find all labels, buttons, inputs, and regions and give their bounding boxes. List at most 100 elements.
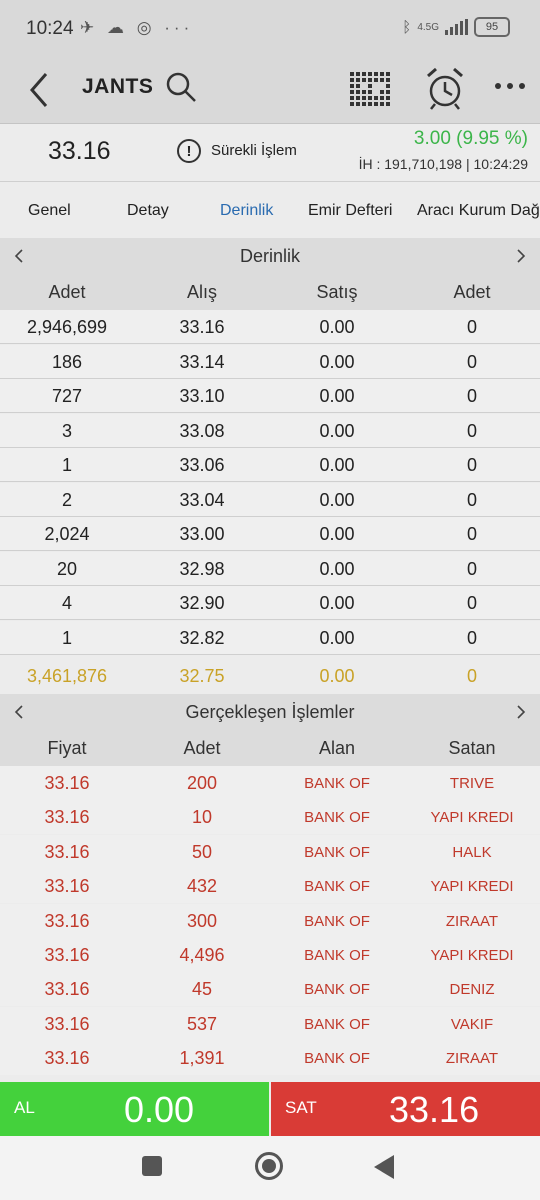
recent-apps-icon[interactable] (142, 1156, 162, 1176)
tab-bar: Genel Detay Derinlik Emir Defteri Aracı … (0, 182, 540, 238)
signal-icon (445, 19, 468, 35)
more-options-icon[interactable] (490, 74, 530, 104)
depth-cell: 32.82 (179, 627, 225, 648)
trade-cell: BANK OF (304, 1015, 370, 1033)
trade-cell: 45 (191, 979, 213, 1000)
depth-cell: 0.00 (319, 455, 355, 475)
tab-detay[interactable]: Detay (127, 202, 169, 220)
column-header: Satan (448, 738, 496, 758)
trade-cell: DENIZ (449, 981, 495, 999)
depth-cell: 33.04 (179, 489, 225, 510)
depth-row[interactable]: 2 33.04 0.00 0 (0, 482, 540, 517)
trade-row[interactable]: 33.16 200 BANK OF TRIVE (0, 766, 540, 800)
depth-cell: 32.98 (179, 558, 225, 579)
buy-button[interactable]: AL 0.00 (0, 1082, 269, 1136)
depth-row[interactable]: 2,946,699 33.16 0.00 0 (0, 310, 540, 344)
trade-cell: BANK OF (304, 981, 370, 999)
trade-cell: HALK (452, 843, 492, 861)
tab-genel[interactable]: Genel (28, 202, 71, 220)
trade-row[interactable]: 33.16 300 BANK OF ZIRAAT (0, 903, 540, 938)
price-change: 3.00 (9.95 %) (413, 128, 528, 149)
trade-cell: 4,496 (179, 945, 225, 965)
depth-cell: 1 (61, 627, 72, 648)
depth-total-cell: 0.00 (319, 666, 355, 686)
tab-emir-defteri[interactable]: Emir Defteri (308, 202, 392, 220)
depth-cell: 0 (466, 317, 477, 337)
buy-value: 0.00 (124, 1089, 195, 1130)
back-icon[interactable] (374, 1155, 394, 1179)
sell-button[interactable]: SAT 33.16 (271, 1082, 540, 1136)
depth-cell: 33.16 (179, 317, 225, 337)
chevron-right-icon[interactable] (512, 702, 530, 722)
trade-row[interactable]: 33.16 50 BANK OF HALK (0, 834, 540, 869)
status-bar: 10:24 ✈ ☁ ◎ ··· ᛒ 4.5G 95 (0, 0, 540, 58)
trade-row[interactable]: 33.16 537 BANK OF VAKIF (0, 1006, 540, 1041)
trade-cell: BANK OF (304, 843, 370, 861)
column-header: Satış (316, 282, 358, 302)
depth-row[interactable]: 1 33.06 0.00 0 (0, 448, 540, 482)
depth-row[interactable]: 20 32.98 0.00 0 (0, 551, 540, 586)
system-icons: ᛒ 4.5G 95 (402, 17, 510, 37)
market-depth-icon[interactable] (348, 68, 394, 112)
continuous-trading-label: Sürekli İşlem (211, 142, 297, 159)
depth-cell: 727 (51, 386, 83, 406)
depth-cell: 33.14 (179, 351, 225, 372)
depth-row[interactable]: 186 33.14 0.00 0 (0, 344, 540, 379)
depth-cell: 186 (51, 351, 83, 372)
depth-cell: 0 (466, 489, 477, 510)
depth-row[interactable]: 2,024 33.00 0.00 0 (0, 517, 540, 551)
depth-cell: 0.00 (319, 593, 355, 613)
system-nav-bar (0, 1136, 540, 1200)
trade-row[interactable]: 33.16 45 BANK OF DENIZ (0, 972, 540, 1007)
depth-total-row: 3,461,876 32.75 0.00 0 (0, 655, 540, 695)
column-header: Alış (186, 282, 217, 302)
depth-cell: 33.00 (179, 524, 225, 544)
trade-cell: 33.16 (44, 910, 90, 931)
trade-cell: 300 (186, 910, 218, 931)
depth-cell: 33.08 (179, 420, 225, 441)
depth-cell: 0.00 (319, 627, 355, 648)
trade-cell: BANK OF (304, 912, 370, 930)
column-header: Alan (318, 738, 356, 758)
trade-cell: 33.16 (44, 1048, 90, 1069)
depth-row[interactable]: 3 33.08 0.00 0 (0, 413, 540, 448)
column-header: Adet (453, 282, 491, 302)
depth-total-cell: 0 (466, 666, 477, 686)
trade-row[interactable]: 33.16 4,496 BANK OF YAPI KREDI (0, 938, 540, 972)
trade-cell: BANK OF (304, 878, 370, 896)
trade-cell: 33.16 (44, 876, 90, 897)
trade-row[interactable]: 33.16 432 BANK OF YAPI KREDI (0, 869, 540, 904)
column-header: Fiyat (47, 738, 87, 758)
depth-cell: 33.10 (179, 386, 225, 406)
depth-cell: 0 (466, 386, 477, 406)
depth-cell: 20 (56, 558, 78, 579)
depth-cell: 0 (466, 558, 477, 579)
trade-cell: TRIVE (449, 775, 495, 792)
trade-cell: 33.16 (44, 945, 90, 965)
sell-value: 33.16 (389, 1089, 480, 1130)
trade-cell: 537 (186, 1013, 218, 1034)
depth-total-cell: 3,461,876 (26, 666, 108, 686)
alarm-clock-icon[interactable] (422, 64, 468, 112)
tab-araci-kurum[interactable]: Aracı Kurum Dağ (417, 202, 540, 220)
home-icon[interactable] (255, 1152, 283, 1180)
trade-cell: 432 (186, 876, 218, 897)
trade-cell: 33.16 (44, 773, 90, 793)
chevron-right-icon[interactable] (512, 246, 530, 266)
notification-icons: ✈ ☁ ◎ ··· (80, 18, 194, 37)
depth-row[interactable]: 4 32.90 0.00 0 (0, 586, 540, 620)
trade-row[interactable]: 33.16 10 BANK OF YAPI KREDI (0, 800, 540, 835)
trade-row[interactable]: 33.16 1,391 BANK OF ZIRAAT (0, 1041, 540, 1076)
back-arrow-icon[interactable] (22, 68, 62, 112)
depth-cell: 0 (466, 420, 477, 441)
trade-cell: BANK OF (304, 809, 370, 827)
depth-cell: 0.00 (319, 558, 355, 579)
trade-cell: 33.16 (44, 1013, 90, 1034)
search-icon[interactable] (164, 70, 200, 106)
depth-row[interactable]: 727 33.10 0.00 0 (0, 379, 540, 413)
trade-cell: BANK OF (304, 775, 370, 792)
depth-row[interactable]: 1 32.82 0.00 0 (0, 620, 540, 655)
tab-derinlik[interactable]: Derinlik (220, 202, 273, 220)
trades-section-header: Gerçekleşen İşlemler (0, 694, 540, 730)
info-icon[interactable]: ! (177, 139, 201, 163)
